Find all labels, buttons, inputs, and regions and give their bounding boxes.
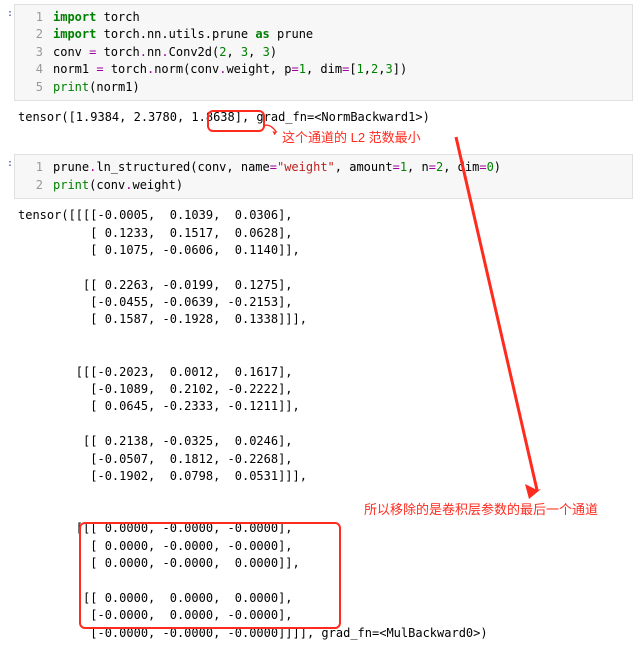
- cell-in-prompt: :: [7, 5, 15, 22]
- output-2: tensor([[[[-0.0005, 0.1039, 0.0306], [ 0…: [10, 201, 637, 648]
- code-text: print(conv.weight): [53, 177, 632, 194]
- line-number: 4: [15, 61, 53, 78]
- line-number: 2: [15, 177, 53, 194]
- code-text: prune.ln_structured(conv, name="weight",…: [53, 159, 632, 176]
- output-1: tensor([1.9384, 2.3780, 1.8638], grad_fn…: [10, 103, 637, 132]
- annotation-removed-channel: 所以移除的是卷积层参数的最后一个通道: [364, 501, 598, 520]
- code-text: import torch: [53, 9, 632, 26]
- line-number: 3: [15, 44, 53, 61]
- cell-in-prompt: :: [7, 155, 15, 172]
- code-line: 3conv = torch.nn.Conv2d(2, 3, 3): [15, 44, 632, 61]
- code-cell-2: : 1prune.ln_structured(conv, name="weigh…: [14, 154, 633, 199]
- code-text: print(norm1): [53, 79, 632, 96]
- code-text: import torch.nn.utils.prune as prune: [53, 26, 632, 43]
- line-number: 1: [15, 9, 53, 26]
- line-number: 5: [15, 79, 53, 96]
- code-line: 1import torch: [15, 9, 632, 26]
- code-line: 2print(conv.weight): [15, 177, 632, 194]
- code-line: 5print(norm1): [15, 79, 632, 96]
- code-line: 2import torch.nn.utils.prune as prune: [15, 26, 632, 43]
- annotation-min-norm: 这个通道的 L2 范数最小: [282, 129, 421, 148]
- code-cell-1: : 1import torch2import torch.nn.utils.pr…: [14, 4, 633, 101]
- code-text: norm1 = torch.norm(conv.weight, p=1, dim…: [53, 61, 632, 78]
- code-line: 4norm1 = torch.norm(conv.weight, p=1, di…: [15, 61, 632, 78]
- code-line: 1prune.ln_structured(conv, name="weight"…: [15, 159, 632, 176]
- line-number: 1: [15, 159, 53, 176]
- code-text: conv = torch.nn.Conv2d(2, 3, 3): [53, 44, 632, 61]
- line-number: 2: [15, 26, 53, 43]
